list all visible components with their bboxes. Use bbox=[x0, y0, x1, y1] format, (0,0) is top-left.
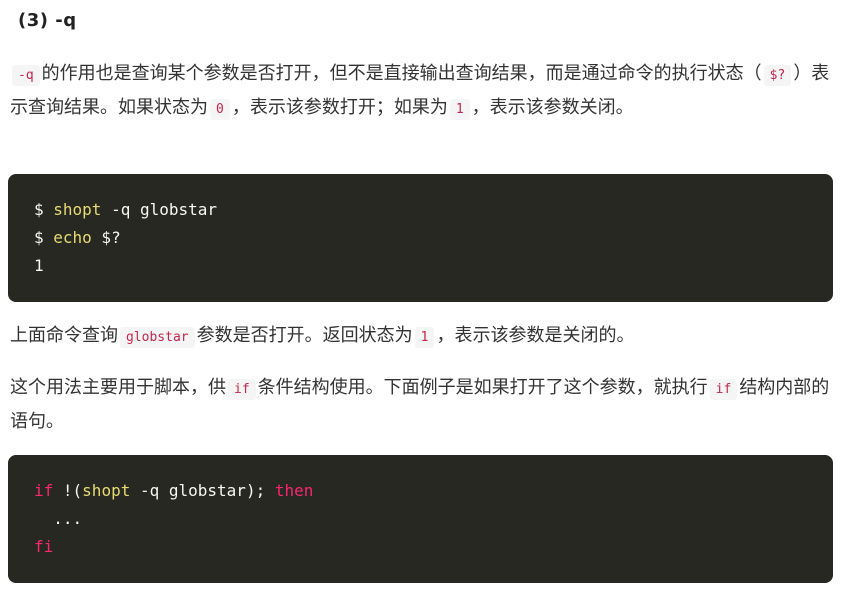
code-block-if-shopt[interactable]: if !(shopt -q globstar); then ... fi bbox=[8, 455, 833, 583]
command-echo: echo bbox=[53, 228, 92, 247]
inline-code: 1 bbox=[414, 327, 435, 348]
keyword-then: then bbox=[274, 481, 314, 500]
inline-code: if bbox=[228, 379, 256, 400]
text: ，表示该参数关闭。 bbox=[471, 97, 634, 118]
code-block-shopt-q[interactable]: $ shopt -q globstar $ echo $? 1 bbox=[8, 174, 833, 302]
inline-code: 1 bbox=[449, 99, 470, 120]
paragraph-result-explanation: 上面命令查询 globstar 参数是否打开。返回状态为 1 ，表示该参数是关闭的。 bbox=[10, 320, 834, 354]
inline-code: $? bbox=[763, 65, 792, 86]
keyword-if: if bbox=[34, 481, 54, 500]
inline-code: globstar bbox=[120, 327, 195, 348]
paragraph-q-description: -q 的作用也是查询某个参数是否打开，但不是直接输出查询结果，而是通过命令的执行状… bbox=[10, 58, 834, 126]
inline-code: 0 bbox=[210, 99, 230, 120]
text: ，表示该参数是关闭的。 bbox=[436, 325, 635, 346]
prompt: $ bbox=[34, 200, 54, 219]
command-shopt: shopt bbox=[82, 481, 131, 500]
text: 参数是否打开。返回状态为 bbox=[196, 325, 413, 346]
command-args: -q globstar bbox=[101, 200, 218, 219]
command-output: 1 bbox=[34, 256, 44, 275]
command-args: $? bbox=[91, 228, 121, 247]
text: 这个用法主要用于脚本，供 bbox=[10, 377, 226, 398]
text: 条件结构使用。下面例子是如果打开了这个参数，就执行 bbox=[257, 377, 708, 398]
section-heading: (3) -q bbox=[18, 10, 77, 31]
code-text: ... bbox=[34, 509, 83, 528]
text: 的作用也是查询某个参数是否打开，但不是直接输出查询结果，而是通过命令的执行状态（ bbox=[41, 63, 762, 84]
code-text: -q globstar); bbox=[130, 481, 275, 500]
text: ，表示该参数打开；如果为 bbox=[231, 97, 448, 118]
paragraph-script-usage: 这个用法主要用于脚本，供 if 条件结构使用。下面例子是如果打开了这个参数，就执行 i… bbox=[10, 372, 834, 438]
keyword-fi: fi bbox=[34, 537, 54, 556]
command-shopt: shopt bbox=[53, 200, 102, 219]
inline-code: if bbox=[709, 379, 738, 400]
code-text: !( bbox=[53, 481, 83, 500]
text: 上面命令查询 bbox=[10, 325, 118, 346]
inline-code: -q bbox=[12, 65, 40, 86]
prompt: $ bbox=[34, 228, 54, 247]
